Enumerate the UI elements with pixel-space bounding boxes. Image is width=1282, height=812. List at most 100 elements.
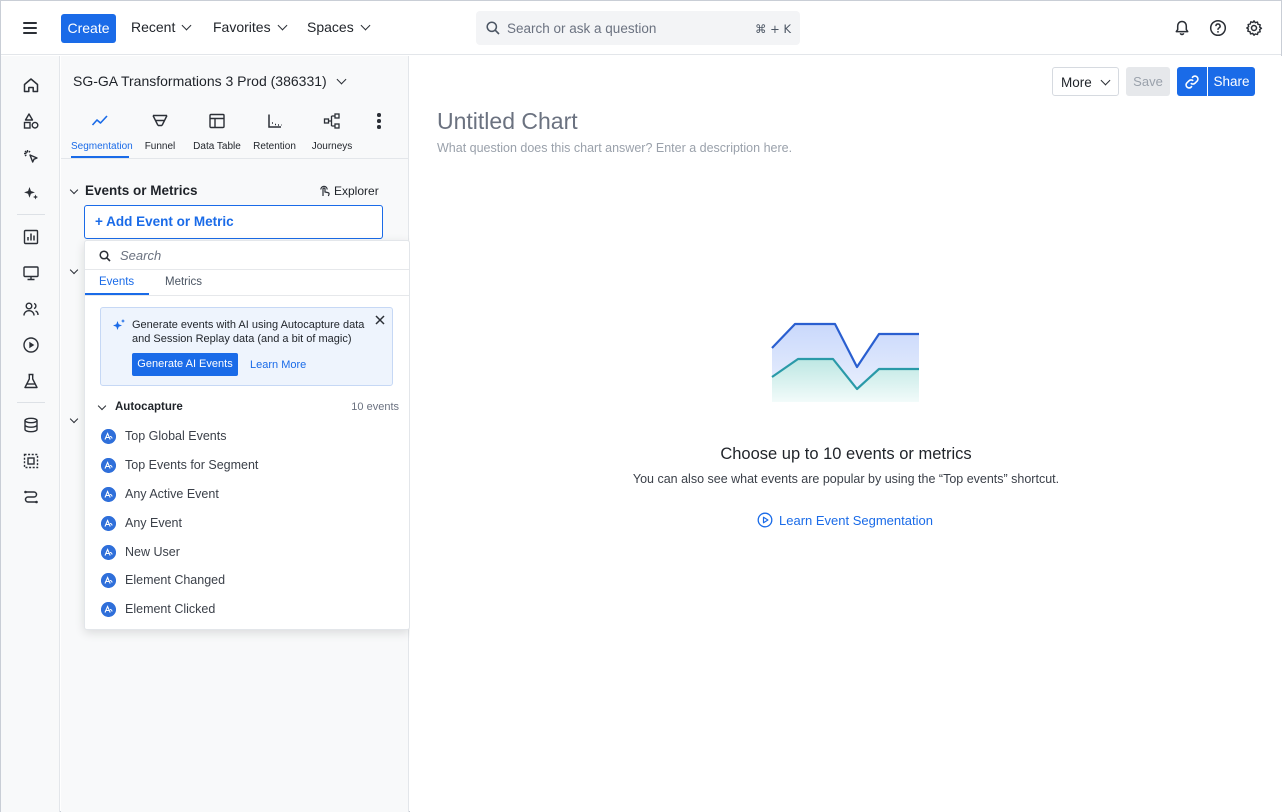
play-circle-icon	[757, 512, 773, 528]
empty-chart-illustration	[771, 322, 919, 402]
chart-tab-label: Journeys	[311, 141, 353, 152]
autocapture-event-icon	[101, 458, 116, 473]
bar-chart-icon[interactable]	[22, 228, 40, 246]
close-icon[interactable]	[374, 314, 386, 326]
chart-tab-label: Data Table	[193, 141, 241, 152]
event-label: Element Changed	[125, 573, 226, 587]
event-label: New User	[125, 545, 180, 559]
chart-tab-segmentation[interactable]: Segmentation	[71, 112, 133, 152]
chevron-down-icon	[97, 401, 107, 411]
database-icon[interactable]	[22, 416, 40, 434]
sparkle-icon	[113, 319, 125, 330]
chart-canvas: More Save Share Untitled Chart What ques…	[410, 56, 1282, 812]
chart-tab-funnel[interactable]: Funnel	[141, 112, 179, 152]
create-button[interactable]: Create	[61, 14, 116, 43]
nav-recent[interactable]: Recent	[131, 19, 192, 35]
sparkle-icon[interactable]	[22, 184, 40, 202]
project-selector[interactable]: SG-GA Transformations 3 Prod (386331)	[73, 73, 347, 89]
chart-title-input[interactable]: Untitled Chart	[437, 108, 578, 135]
collapse-chevron-icon[interactable]	[69, 265, 79, 275]
event-label: Any Event	[125, 516, 182, 530]
monitor-icon[interactable]	[22, 264, 40, 282]
tab-events[interactable]: Events	[99, 276, 134, 288]
hamburger-menu-icon[interactable]	[21, 17, 43, 39]
chevron-down-icon	[1100, 75, 1111, 86]
generate-ai-events-button[interactable]: Generate AI Events	[132, 353, 238, 376]
nav-spaces[interactable]: Spaces	[307, 19, 371, 35]
add-event-button[interactable]: + Add Event or Metric	[84, 205, 383, 239]
chevron-down-icon	[181, 20, 192, 31]
dotted-square-icon[interactable]	[22, 452, 40, 470]
explorer-label: Explorer	[334, 184, 379, 198]
empty-state-title: Choose up to 10 events or metrics	[720, 445, 972, 463]
journeys-icon	[323, 113, 340, 129]
learn-link-label: Learn Event Segmentation	[779, 513, 933, 528]
project-name: SG-GA Transformations 3 Prod (386331)	[73, 73, 327, 89]
autocapture-event-icon	[101, 516, 116, 531]
nav-favorites[interactable]: Favorites	[213, 19, 288, 35]
home-icon[interactable]	[22, 76, 40, 94]
chevron-down-icon	[277, 20, 288, 31]
search-placeholder: Search or ask a question	[507, 21, 657, 36]
search-icon	[99, 250, 111, 262]
section-title: Events or Metrics	[85, 183, 198, 198]
link-icon	[1185, 75, 1199, 89]
search-shortcut: ⌘ + K	[755, 22, 791, 36]
play-circle-icon[interactable]	[22, 336, 40, 354]
touch-icon	[320, 185, 330, 197]
event-label: Any Active Event	[125, 487, 219, 501]
global-search-input[interactable]: Search or ask a question ⌘ + K	[476, 11, 800, 45]
search-icon	[486, 21, 500, 35]
settings-icon[interactable]	[1245, 19, 1263, 37]
learn-more-link[interactable]: Learn More	[250, 359, 306, 371]
chevron-down-icon	[360, 20, 371, 31]
event-label: Top Events for Segment	[125, 458, 259, 472]
cursor-click-icon[interactable]	[22, 148, 40, 166]
save-button[interactable]: Save	[1126, 67, 1170, 96]
autocapture-event-icon	[101, 602, 116, 617]
event-label: Element Clicked	[125, 602, 216, 616]
nav-spaces-label: Spaces	[307, 19, 354, 35]
autocapture-event-icon	[101, 429, 116, 444]
segmentation-icon	[91, 115, 108, 126]
chart-tab-retention[interactable]: Retention	[252, 112, 297, 152]
tab-metrics[interactable]: Metrics	[165, 276, 202, 288]
flask-icon[interactable]	[22, 372, 40, 390]
chart-description-input[interactable]: What question does this chart answer? En…	[437, 141, 792, 155]
chevron-down-icon	[336, 74, 347, 85]
chart-tab-label: Segmentation	[71, 141, 133, 152]
more-label: More	[1061, 75, 1092, 90]
copy-link-button[interactable]	[1177, 67, 1207, 96]
chart-tab-data-table[interactable]: Data Table	[192, 112, 242, 152]
event-picker-dropdown: Search Events Metrics Generate events wi…	[84, 240, 410, 630]
explorer-button[interactable]: Explorer	[318, 183, 379, 198]
ai-banner-text: Generate events with AI using Autocaptur…	[132, 319, 365, 345]
users-icon[interactable]	[22, 300, 40, 318]
table-icon	[209, 113, 225, 129]
nav-recent-label: Recent	[131, 19, 176, 35]
autocapture-event-icon	[101, 545, 116, 560]
top-bar: Create Recent Favorites Spaces Search or…	[1, 1, 1281, 55]
collapse-chevron-icon[interactable]	[69, 414, 79, 424]
chart-tab-label: Retention	[253, 141, 296, 152]
ai-events-banner: Generate events with AI using Autocaptur…	[100, 307, 393, 386]
autocapture-event-icon	[101, 573, 116, 588]
help-icon[interactable]	[1209, 19, 1227, 37]
share-button[interactable]: Share	[1208, 67, 1255, 96]
learn-event-segmentation-link[interactable]: Learn Event Segmentation	[757, 512, 933, 528]
chart-tab-journeys[interactable]: Journeys	[311, 112, 353, 152]
collapse-chevron-icon[interactable]	[69, 185, 79, 195]
chart-tab-label: Funnel	[144, 141, 176, 152]
event-search-placeholder: Search	[120, 248, 162, 263]
pipeline-icon[interactable]	[22, 488, 40, 506]
event-label: Top Global Events	[125, 429, 227, 443]
retention-icon	[267, 114, 281, 128]
group-count: 10 events	[351, 401, 399, 413]
left-nav-rail	[1, 56, 60, 812]
more-button[interactable]: More	[1052, 67, 1119, 96]
autocapture-group-header[interactable]: Autocapture 10 events	[97, 401, 399, 415]
nav-favorites-label: Favorites	[213, 19, 271, 35]
shapes-icon[interactable]	[22, 112, 40, 130]
more-chart-types-icon[interactable]	[377, 113, 381, 131]
bell-icon[interactable]	[1173, 19, 1191, 37]
